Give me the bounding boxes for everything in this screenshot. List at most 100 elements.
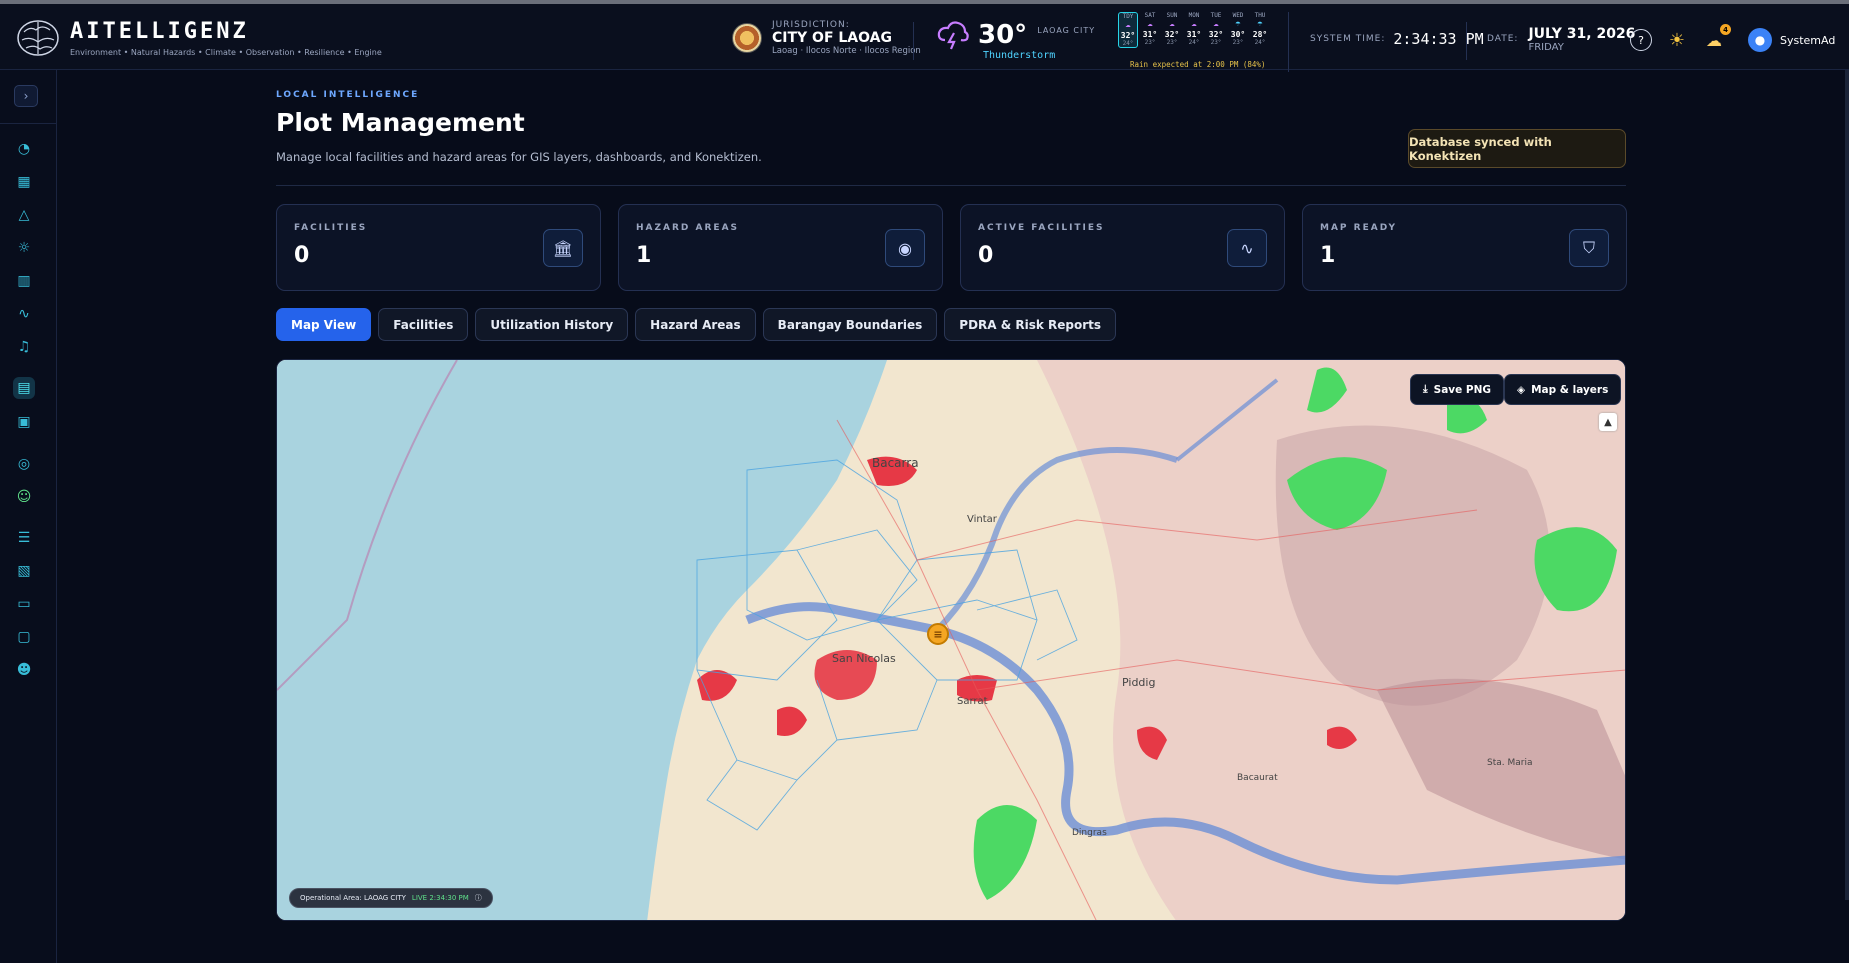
current-temperature: 30°: [978, 20, 1028, 50]
brand-name: AITELLIGENZ: [70, 19, 249, 44]
forecast-high: 32°: [1208, 30, 1224, 39]
tab-utilization-history[interactable]: Utilization History: [475, 308, 629, 341]
sidebar-expand-chevron-icon[interactable]: ›: [14, 85, 38, 107]
theme-toggle-sun-icon[interactable]: ☀: [1666, 29, 1688, 51]
forecast-day-name: TDY: [1122, 13, 1134, 20]
layers-icon: ◈: [1517, 383, 1526, 396]
forecast-high: 30°: [1230, 30, 1246, 39]
sidebar-list-icon[interactable]: ☰: [13, 527, 35, 549]
forecast-low: 23°: [1210, 39, 1222, 46]
map-place-sarrat: Sarrat: [957, 696, 988, 707]
tab-pdra-risk-reports[interactable]: PDRA & Risk Reports: [944, 308, 1117, 341]
page-description: Manage local facilities and hazard areas…: [276, 150, 762, 164]
date-label: DATE:: [1487, 34, 1519, 44]
forecast-day[interactable]: WED ☂ 30° 23°: [1228, 12, 1248, 48]
map-place-bacaurat: Bacaurat: [1237, 773, 1278, 783]
save-png-label: Save PNG: [1433, 383, 1492, 396]
sidebar-weather-icon[interactable]: ☼: [13, 237, 35, 259]
city-seal-icon: [732, 23, 762, 53]
forecast-day[interactable]: THU ☂ 28° 24°: [1250, 12, 1270, 48]
gis-map[interactable]: Bacarra Vintar San Nicolas Sarrat Piddig…: [276, 359, 1626, 921]
notification-badge: 4: [1720, 24, 1731, 35]
download-icon: ⤓: [1423, 383, 1428, 395]
forecast-low: 24°: [1122, 40, 1134, 47]
forecast-strip[interactable]: TDY ☁ 32° 24° SAT ☁ 31° 23° SUN ☁ 32° 23° MON ☁ 31° 24°…: [1118, 12, 1270, 48]
map-layers-button[interactable]: ◈ Map & layers: [1504, 374, 1622, 405]
forecast-day[interactable]: MON ☁ 31° 24°: [1184, 12, 1204, 48]
map-place-san-nicolas: San Nicolas: [832, 652, 896, 665]
forecast-day[interactable]: SAT ☁ 31° 23°: [1140, 12, 1160, 48]
sidebar-user-pin-icon[interactable]: ◎: [13, 453, 35, 475]
sidebar-report-icon[interactable]: ▧: [13, 560, 35, 582]
sidebar-map-icon[interactable]: ▥: [13, 270, 35, 292]
stats-row: FACILITIES 0 🏛 HAZARD AREAS 1 ◉ ACTIVE F…: [276, 204, 1627, 291]
info-icon[interactable]: ⓘ: [475, 893, 482, 903]
page-title: Plot Management: [276, 108, 525, 137]
system-time-label: SYSTEM TIME:: [1310, 34, 1386, 44]
page-scrollbar[interactable]: [1845, 70, 1849, 900]
forecast-high: 32°: [1164, 30, 1180, 39]
storm-icon: ☁: [1125, 20, 1131, 30]
sidebar-activity-icon[interactable]: ∿: [13, 303, 35, 325]
stat-card-map-ready: MAP READY 1 ⛉: [1302, 204, 1627, 291]
forecast-low: 23°: [1232, 39, 1244, 46]
sidebar-dashboard-icon[interactable]: ▦: [13, 171, 35, 193]
storm-icon: ☁: [1191, 19, 1197, 29]
help-icon[interactable]: ?: [1630, 29, 1652, 51]
user-name: SystemAd: [1780, 33, 1836, 47]
sidebar-bell-icon[interactable]: ♫: [13, 336, 35, 358]
forecast-day-name: THU: [1254, 12, 1266, 19]
sidebar-satellite-icon[interactable]: ◔: [13, 138, 35, 160]
storm-icon: ☁: [1147, 19, 1153, 29]
divider: [276, 185, 1626, 186]
page-eyebrow: LOCAL INTELLIGENCE: [276, 90, 420, 100]
weather-alerts-icon[interactable]: ☁ 4: [1703, 24, 1731, 51]
shield-icon: ⛉: [1569, 229, 1609, 267]
jurisdiction-sub: Laoag · Ilocos Norte · Ilocos Region: [772, 46, 921, 56]
sidebar-warning-icon[interactable]: △: [13, 204, 35, 226]
map-pin-icon: ◉: [885, 229, 925, 267]
weather-city: LAOAG CITY: [1037, 25, 1096, 35]
map-place-vintar: Vintar: [967, 514, 998, 525]
compass-north-icon[interactable]: ▲: [1599, 413, 1617, 431]
map-canvas[interactable]: Bacarra Vintar San Nicolas Sarrat Piddig…: [277, 360, 1626, 921]
sidebar-bot-icon[interactable]: ▢: [13, 626, 35, 648]
activity-icon: ∿: [1227, 229, 1267, 267]
sidebar: › ◔ ▦ △ ☼ ▥ ∿ ♫ ▤ ▣ ◎ ☺ ☰ ▧ ▭ ▢ ☻: [0, 70, 57, 963]
rain-icon: ☂: [1257, 19, 1263, 29]
tab-hazard-areas[interactable]: Hazard Areas: [635, 308, 756, 341]
forecast-low: 23°: [1166, 39, 1178, 46]
tab-facilities[interactable]: Facilities: [378, 308, 469, 341]
sync-status-badge: Database synced with Konektizen: [1408, 129, 1626, 168]
tab-map-view[interactable]: Map View: [276, 308, 372, 341]
map-place-sta-maria: Sta. Maria: [1487, 758, 1532, 768]
map-place-dingras: Dingras: [1072, 828, 1107, 838]
weather-widget[interactable]: 30° LAOAG CITY Thunderstorm: [936, 18, 1096, 61]
forecast-day[interactable]: TUE ☁ 32° 23°: [1206, 12, 1226, 48]
thunderstorm-icon: [937, 21, 969, 50]
system-time: SYSTEM TIME: 2:34:33 PM: [1310, 30, 1484, 48]
stat-card-facilities: FACILITIES 0 🏛: [276, 204, 601, 291]
stat-value: 0: [294, 243, 310, 268]
sidebar-clipboard-icon[interactable]: ▤: [13, 377, 35, 399]
forecast-day[interactable]: TDY ☁ 32° 24°: [1118, 12, 1138, 48]
forecast-day[interactable]: SUN ☁ 32° 23°: [1162, 12, 1182, 48]
tab-barangay-boundaries[interactable]: Barangay Boundaries: [762, 308, 938, 341]
divider: [0, 123, 57, 124]
date-display: DATE: JULY 31, 2026 FRIDAY: [1487, 26, 1635, 53]
jurisdiction[interactable]: JURISDICTION: CITY OF LAOAG Laoag · Iloc…: [732, 20, 921, 56]
hazard-area-marker-icon[interactable]: ≡: [927, 623, 949, 645]
brand[interactable]: AITELLIGENZ Environment • Natural Hazard…: [16, 18, 382, 58]
sidebar-user-add-icon[interactable]: ☺: [13, 486, 35, 508]
weather-condition: Thunderstorm: [983, 50, 1056, 61]
user-menu[interactable]: ● SystemAd: [1748, 28, 1835, 52]
save-png-button[interactable]: ⤓ Save PNG: [1410, 374, 1505, 405]
forecast-day-name: MON: [1188, 12, 1200, 19]
sidebar-inbox-icon[interactable]: ▭: [13, 593, 35, 615]
operational-area-pill: Operational Area: LAOAG CITY LIVE 2:34:3…: [289, 888, 493, 908]
stat-label: HAZARD AREAS: [636, 223, 740, 233]
sidebar-users-icon[interactable]: ☻: [13, 659, 35, 681]
stat-value: 1: [636, 243, 652, 268]
sidebar-briefcase-icon[interactable]: ▣: [13, 411, 35, 433]
brand-tagline: Environment • Natural Hazards • Climate …: [70, 48, 382, 57]
